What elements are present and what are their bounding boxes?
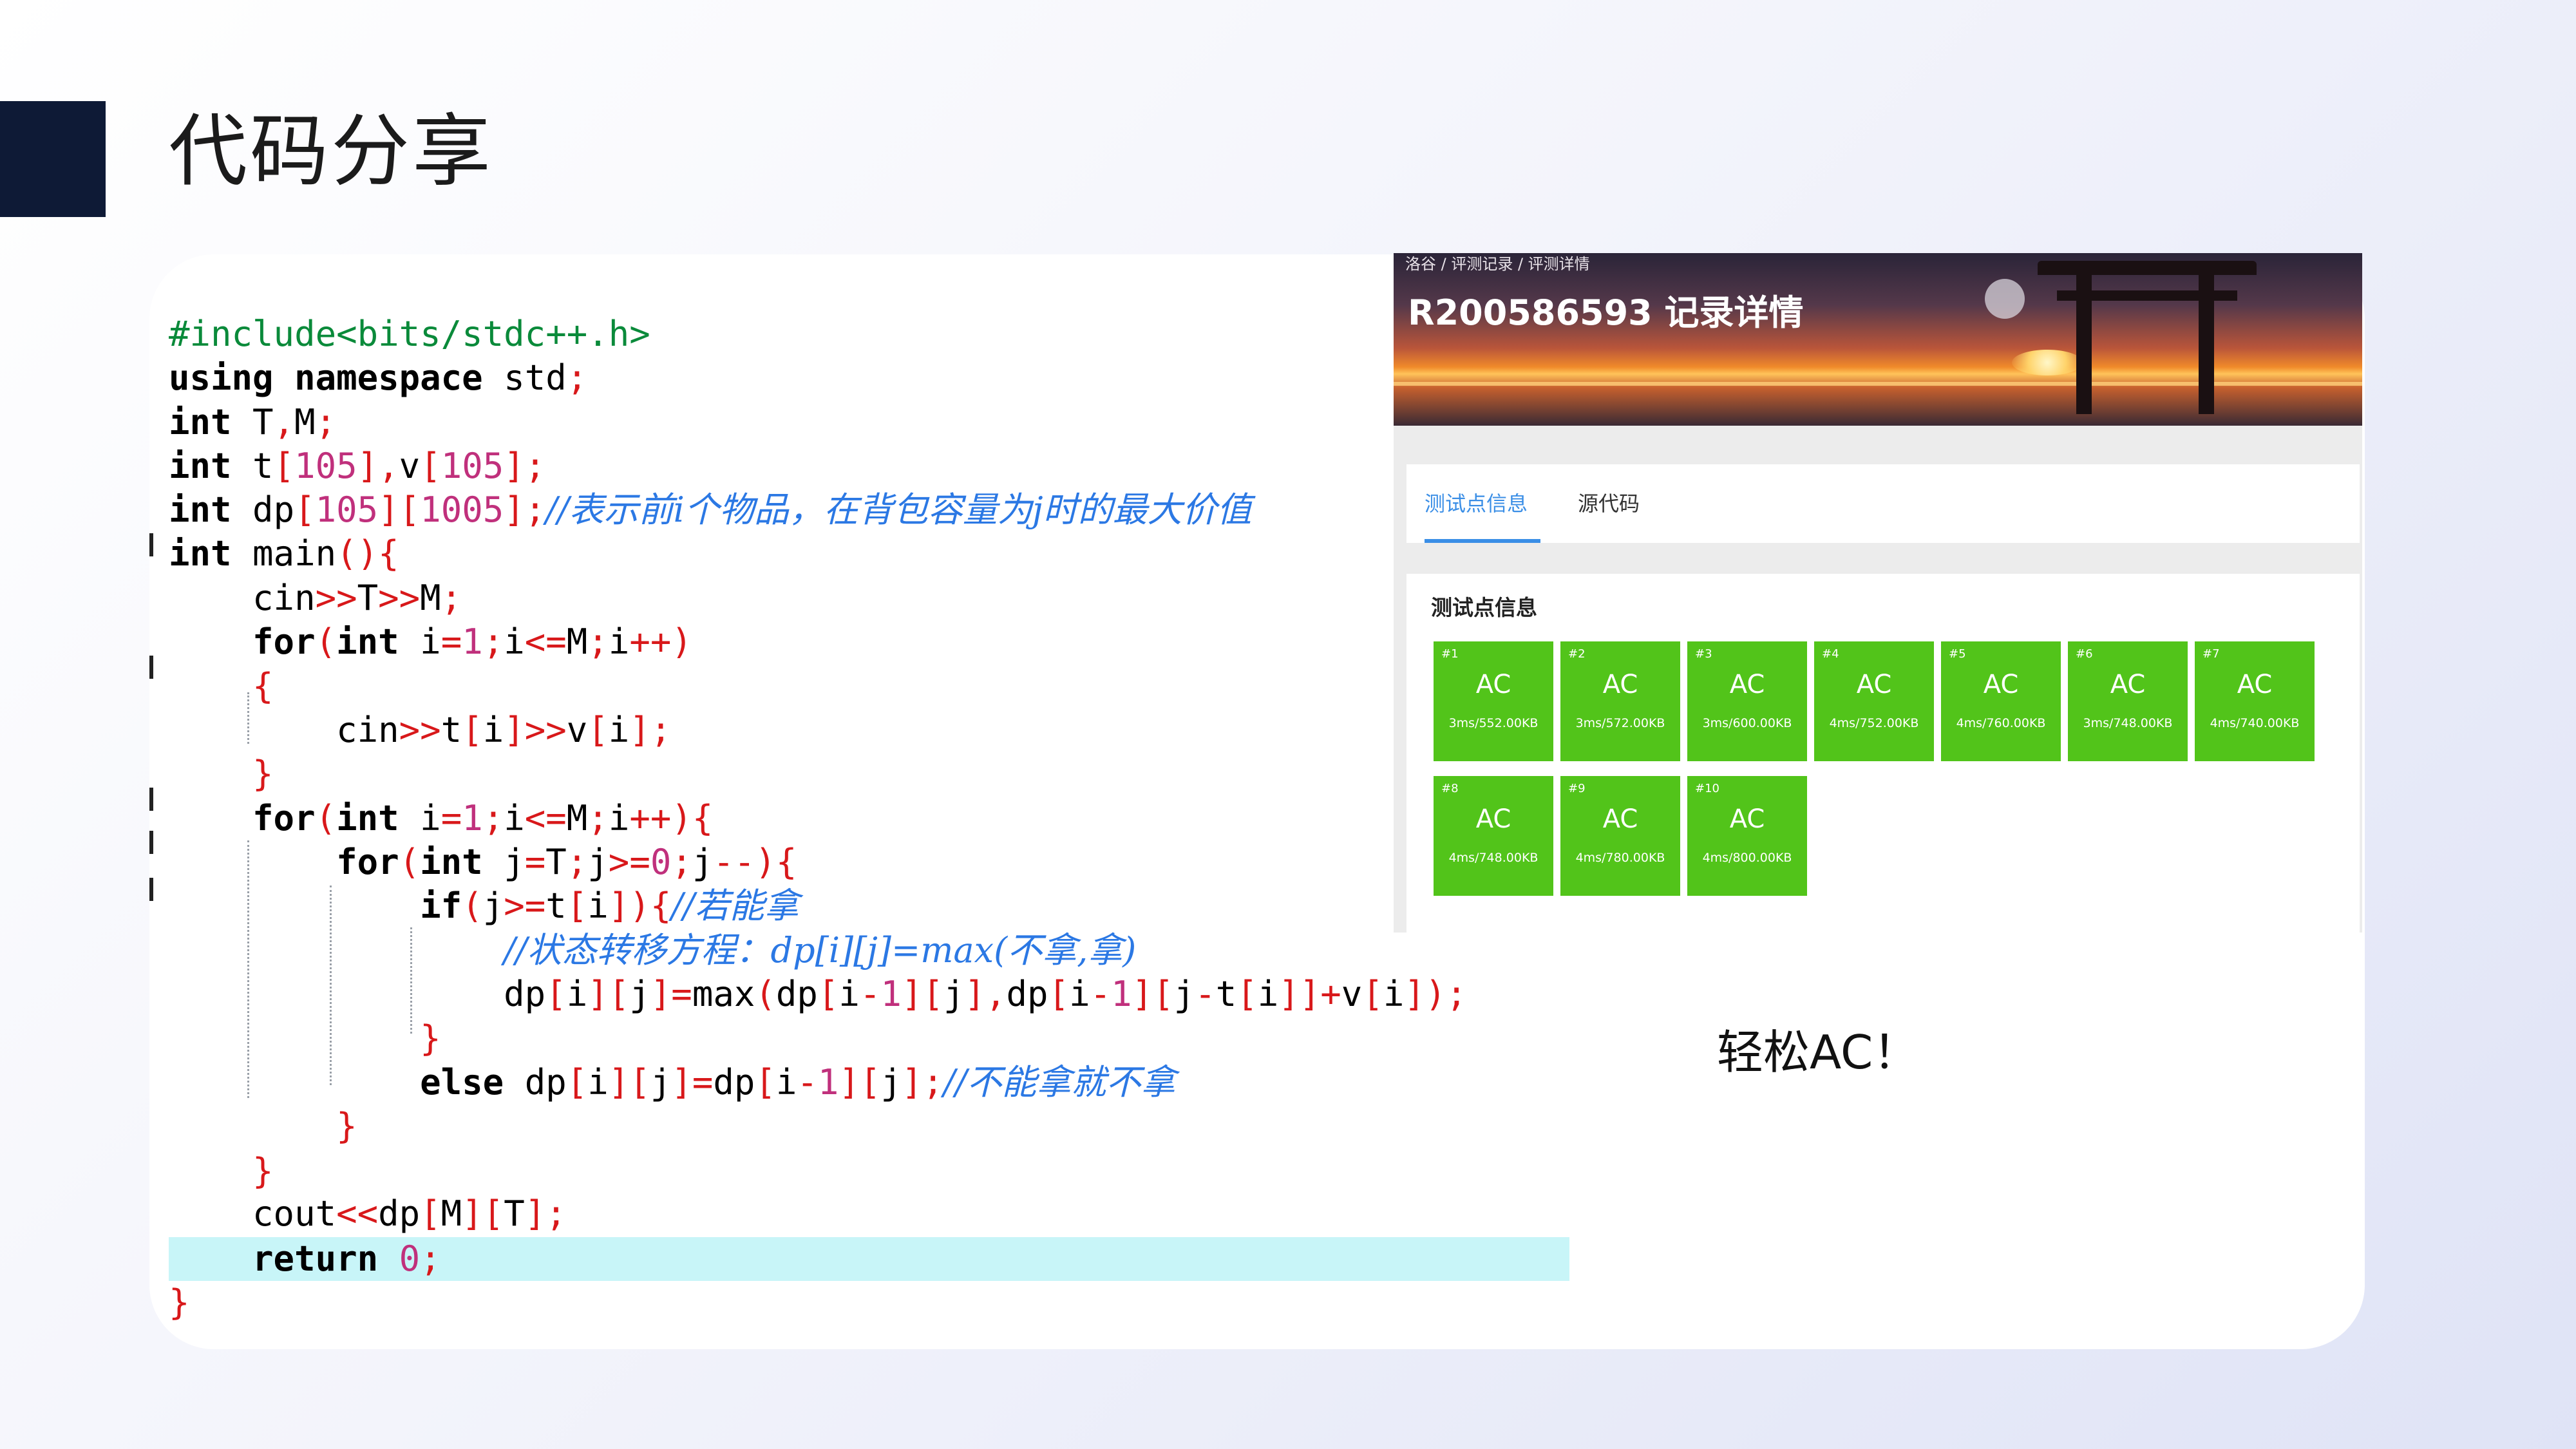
code-line[interactable]: int main(){ bbox=[169, 532, 399, 576]
testcase-tile[interactable]: #8 AC 4ms/748.00KB bbox=[1434, 776, 1553, 896]
testcase-tile[interactable]: #7 AC 4ms/740.00KB bbox=[2195, 641, 2315, 761]
testcase-status: AC bbox=[2110, 670, 2146, 699]
code-line[interactable]: cin>>t[i]>>v[i]; bbox=[169, 708, 671, 752]
code-line[interactable]: } bbox=[169, 1017, 441, 1061]
code-line[interactable]: else dp[i][j]=dp[i-1][j];//不能拿就不拿 bbox=[169, 1061, 1175, 1104]
code-line[interactable]: { bbox=[169, 665, 274, 708]
testcase-tile[interactable]: #9 AC 4ms/780.00KB bbox=[1560, 776, 1680, 896]
code-line[interactable]: for(int i=1;i<=M;i++) bbox=[169, 620, 692, 664]
testcase-resource: 4ms/780.00KB bbox=[1575, 851, 1665, 865]
gutter-marker bbox=[149, 656, 153, 679]
record-header-banner: 洛谷 / 评测记录 / 评测详情 R200586593 记录详情 bbox=[1394, 253, 2362, 426]
testcase-tile[interactable]: #4 AC 4ms/752.00KB bbox=[1814, 641, 1934, 761]
testcase-resource: 3ms/552.00KB bbox=[1448, 716, 1539, 730]
testcase-status: AC bbox=[1475, 670, 1511, 699]
testcase-status: AC bbox=[1983, 670, 2019, 699]
code-line[interactable]: //状态转移方程：dp[i][j]=max(不拿,拿) bbox=[169, 929, 1136, 972]
testcase-status: AC bbox=[1602, 804, 1638, 834]
code-line[interactable]: dp[i][j]=max(dp[i-1][j],dp[i-1][j-t[i]]+… bbox=[169, 972, 1467, 1016]
testcase-id: #3 bbox=[1695, 647, 1712, 661]
testcase-id: #6 bbox=[2076, 647, 2093, 661]
judge-record-panel: 洛谷 / 评测记录 / 评测详情 R200586593 记录详情 测试点信息 源… bbox=[1394, 253, 2362, 933]
code-line[interactable]: int T,M; bbox=[169, 401, 336, 444]
torii-gate-graphic bbox=[2038, 261, 2257, 275]
active-tab-indicator bbox=[1425, 539, 1540, 543]
testcase-status: AC bbox=[1729, 804, 1765, 834]
testcase-status: AC bbox=[1475, 804, 1511, 834]
gutter-marker bbox=[149, 788, 153, 811]
moon-graphic bbox=[1985, 279, 2025, 319]
record-title: R200586593 记录详情 bbox=[1408, 292, 1804, 333]
testcase-status: AC bbox=[1729, 670, 1765, 699]
tab-label: 源代码 bbox=[1578, 491, 1640, 516]
code-line[interactable]: } bbox=[169, 1281, 190, 1325]
testcase-id: #2 bbox=[1568, 647, 1586, 661]
gutter-marker bbox=[149, 831, 153, 854]
testcase-resource: 4ms/800.00KB bbox=[1702, 851, 1792, 865]
testcase-tile[interactable]: #6 AC 3ms/748.00KB bbox=[2068, 641, 2188, 761]
testcase-id: #5 bbox=[1949, 647, 1966, 661]
code-line[interactable]: int dp[105][1005];//表示前i个物品，在背包容量为j时的最大价… bbox=[169, 488, 1252, 532]
code-editor: #include<bits/stdc++.h> using namespace s… bbox=[149, 293, 1569, 1325]
testcase-tile[interactable]: #5 AC 4ms/760.00KB bbox=[1941, 641, 2061, 761]
title-accent-bar bbox=[0, 101, 106, 217]
testcase-id: #8 bbox=[1441, 782, 1459, 795]
testcase-resource: 4ms/752.00KB bbox=[1829, 716, 1919, 730]
testcase-tile[interactable]: #3 AC 3ms/600.00KB bbox=[1687, 641, 1807, 761]
code-line[interactable]: return 0; bbox=[169, 1237, 1569, 1281]
sunset-graphic bbox=[2012, 350, 2083, 375]
tab-source-code[interactable]: 源代码 bbox=[1578, 464, 1640, 543]
code-line[interactable]: for(int j=T;j>=0;j--){ bbox=[169, 840, 797, 884]
testcase-status: AC bbox=[2237, 670, 2273, 699]
code-line[interactable]: #include<bits/stdc++.h> bbox=[169, 312, 650, 356]
testcase-status: AC bbox=[1856, 670, 1892, 699]
testcase-id: #9 bbox=[1568, 782, 1586, 795]
page-title: 代码分享 bbox=[169, 106, 493, 197]
gutter-marker bbox=[149, 533, 153, 556]
code-line[interactable]: cout<<dp[M][T]; bbox=[169, 1192, 567, 1236]
testcase-resource: 4ms/748.00KB bbox=[1448, 851, 1539, 865]
testcase-id: #1 bbox=[1441, 647, 1459, 661]
tab-testcase-info[interactable]: 测试点信息 bbox=[1425, 464, 1540, 543]
testcase-tile[interactable]: #2 AC 3ms/572.00KB bbox=[1560, 641, 1680, 761]
code-line[interactable]: cin>>T>>M; bbox=[169, 576, 462, 620]
code-line[interactable]: } bbox=[169, 752, 274, 796]
testcase-id: #4 bbox=[1822, 647, 1839, 661]
record-tabs: 测试点信息 源代码 bbox=[1406, 464, 2360, 543]
testcase-section: 测试点信息 #1 AC 3ms/552.00KB #2 AC 3ms/572.00KB #3… bbox=[1406, 574, 2360, 933]
code-line[interactable]: } bbox=[169, 1150, 274, 1193]
testcase-resource: 3ms/600.00KB bbox=[1702, 716, 1792, 730]
testcase-tile[interactable]: #1 AC 3ms/552.00KB bbox=[1434, 641, 1553, 761]
breadcrumb[interactable]: 洛谷 / 评测记录 / 评测详情 bbox=[1405, 253, 1590, 275]
gutter-marker bbox=[149, 878, 153, 901]
horizon-graphic bbox=[1394, 382, 2362, 386]
code-line[interactable]: for(int i=1;i<=M;i++){ bbox=[169, 797, 713, 840]
tab-label: 测试点信息 bbox=[1425, 491, 1528, 516]
testcase-id: #7 bbox=[2202, 647, 2220, 661]
slide-caption: 轻松AC！ bbox=[1717, 1025, 1920, 1079]
code-line[interactable]: } bbox=[169, 1104, 357, 1148]
section-title: 测试点信息 bbox=[1431, 595, 1537, 620]
testcase-resource: 4ms/740.00KB bbox=[2210, 716, 2300, 730]
testcase-id: #10 bbox=[1695, 782, 1719, 795]
testcase-status: AC bbox=[1602, 670, 1638, 699]
testcase-resource: 4ms/760.00KB bbox=[1956, 716, 2046, 730]
testcase-resource: 3ms/572.00KB bbox=[1575, 716, 1665, 730]
testcase-tile[interactable]: #10 AC 4ms/800.00KB bbox=[1687, 776, 1807, 896]
testcase-resource: 3ms/748.00KB bbox=[2083, 716, 2173, 730]
code-line[interactable]: if(j>=t[i]){//若能拿 bbox=[169, 884, 799, 928]
code-line[interactable]: int t[105],v[105]; bbox=[169, 444, 545, 488]
code-line[interactable]: using namespace std; bbox=[169, 356, 587, 400]
